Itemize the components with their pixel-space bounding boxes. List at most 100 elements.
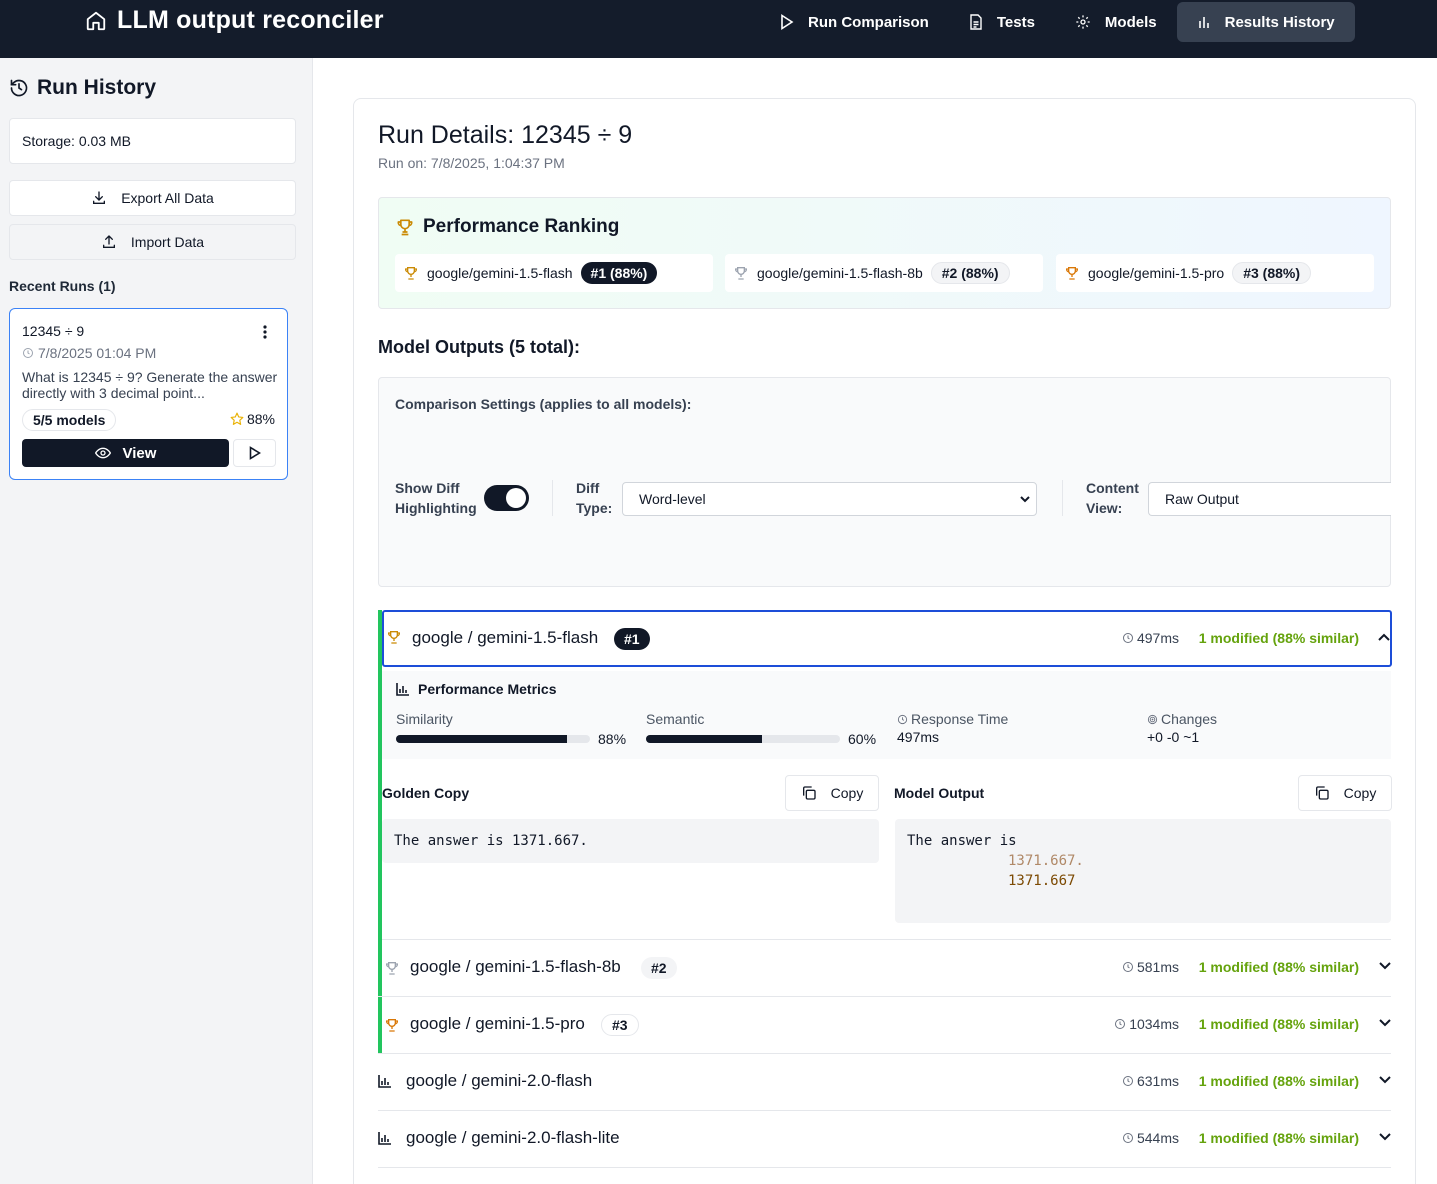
golden-copy-label: Golden Copy: [382, 785, 470, 801]
ranking-badge: #1 (88%): [580, 262, 658, 284]
diff-highlight-toggle[interactable]: [484, 485, 529, 511]
rerun-button[interactable]: [233, 439, 276, 467]
metric-similarity: Similarity 88%: [396, 711, 630, 747]
copy-golden-button[interactable]: Copy: [785, 775, 879, 811]
ranking-card-1: google/gemini-1.5-flash #1 (88%): [395, 254, 713, 292]
metric-label: Changes: [1147, 711, 1381, 727]
metric-label-text: Changes: [1161, 711, 1218, 727]
nav-run-comparison[interactable]: Run Comparison: [760, 2, 949, 42]
response-time-text: 497ms: [1136, 630, 1179, 646]
copy-label: Copy: [830, 785, 864, 801]
copy-icon: [802, 786, 816, 800]
chevron-down-icon[interactable]: [1379, 1133, 1391, 1141]
metric-value: 60%: [848, 731, 877, 747]
similarity-bar: [396, 735, 590, 743]
more-options-icon[interactable]: [263, 325, 267, 344]
copy-output-button[interactable]: Copy: [1298, 775, 1392, 811]
toggle-knob: [506, 488, 526, 508]
chevron-down-icon[interactable]: [1379, 962, 1391, 970]
settings-title: Comparison Settings (applies to all mode…: [395, 396, 692, 412]
ranking-badge: #3 (88%): [1232, 262, 1312, 284]
star-icon: [230, 412, 244, 425]
model-name: google / gemini-1.5-flash-8b: [410, 957, 621, 976]
import-label: Import Data: [130, 234, 205, 250]
nav-tests[interactable]: Tests: [949, 2, 1055, 42]
semantic-bar-fill: [646, 735, 763, 743]
bar-chart-icon: [378, 1132, 391, 1145]
app-title: LLM output reconciler: [117, 6, 384, 34]
run-score: 88%: [230, 411, 275, 427]
ranking-model: google/gemini-1.5-pro: [1088, 265, 1225, 281]
response-time: 631ms: [1122, 1073, 1179, 1089]
diff-added: 1371.667: [1008, 873, 1076, 889]
top-nav-bar: LLM output reconciler Run Comparison Tes…: [0, 0, 1437, 58]
metric-value: 497ms: [897, 729, 940, 745]
trophy-icon: [388, 631, 400, 644]
chevron-down-icon: [1020, 496, 1030, 503]
run-description: What is 12345 ÷ 9? Generate the answer d…: [22, 369, 278, 401]
model-row[interactable]: google / gemini-2.0-flash-lite 544ms 1 m…: [378, 1111, 1391, 1168]
diff-type-value: Word-level: [639, 491, 706, 507]
bar-chart-icon: [396, 683, 409, 696]
model-outputs-heading: Model Outputs (5 total):: [378, 337, 580, 357]
nav-label: Results History: [1224, 13, 1335, 31]
run-details-title: Run Details: 12345 ÷ 9: [378, 121, 633, 149]
model-rank-badge: #2: [641, 957, 677, 979]
view-label: View: [122, 444, 157, 462]
divider: [552, 480, 553, 516]
run-card[interactable]: 12345 ÷ 9 7/8/2025 01:04 PM What is 1234…: [9, 308, 288, 480]
model-rank-badge: #1: [614, 628, 650, 650]
model-row[interactable]: google / gemini-1.5-flash-8b #2 581ms 1 …: [378, 940, 1391, 997]
model-output-label: Model Output: [894, 785, 985, 801]
ranking-card-2: google/gemini-1.5-flash-8b #2 (88%): [725, 254, 1043, 292]
sidebar-title-text: Run History: [37, 76, 157, 99]
clock-icon: [1122, 962, 1133, 972]
model-name: google / gemini-1.5-flash: [412, 628, 599, 647]
chevron-down-icon[interactable]: [1379, 1019, 1391, 1027]
model-name: google / gemini-1.5-pro: [410, 1014, 585, 1033]
ranking-model: google/gemini-1.5-flash: [427, 265, 573, 281]
response-time-text: 581ms: [1136, 959, 1179, 975]
export-all-button[interactable]: Export All Data: [9, 180, 296, 216]
diff-type-label: Diff Type:: [576, 480, 613, 516]
response-time: 544ms: [1122, 1130, 1179, 1146]
model-row[interactable]: google / gemini-1.5-pro #3 1034ms 1 modi…: [378, 997, 1391, 1054]
metric-label-text: Response Time: [911, 711, 1009, 727]
document-icon: [970, 14, 982, 30]
model-rank-badge: #3: [601, 1014, 639, 1036]
nav-results-history[interactable]: Results History: [1176, 2, 1355, 42]
export-label: Export All Data: [121, 190, 214, 206]
view-button[interactable]: View: [22, 439, 229, 467]
ranking-model: google/gemini-1.5-flash-8b: [757, 265, 923, 281]
bar-chart-icon: [1198, 17, 1209, 28]
sidebar: Run History Storage: 0.03 MB Export All …: [0, 58, 313, 1184]
trophy-icon: [405, 267, 417, 280]
output-prefix: The answer is: [907, 833, 1017, 849]
storage-info: Storage: 0.03 MB: [9, 118, 296, 164]
import-data-button[interactable]: Import Data: [9, 224, 296, 260]
chevron-down-icon[interactable]: [1379, 1076, 1391, 1084]
nav-label: Tests: [996, 13, 1035, 31]
metrics-title: Performance Metrics: [396, 681, 557, 697]
main-nav: Run Comparison Tests Models Results Hist…: [760, 2, 1355, 42]
similarity-bar-fill: [396, 735, 567, 743]
metric-label: Similarity: [396, 711, 453, 727]
nav-label: Run Comparison: [808, 13, 929, 31]
similarity-summary: 1 modified (88% similar): [1198, 1073, 1359, 1089]
run-details-date: Run on: 7/8/2025, 1:04:37 PM: [378, 155, 565, 171]
chevron-up-icon[interactable]: [1378, 633, 1390, 641]
ranking-title-text: Performance Ranking: [423, 216, 620, 237]
upload-icon: [102, 235, 115, 248]
metric-label: Response Time: [897, 711, 1131, 727]
brand[interactable]: LLM output reconciler: [85, 6, 384, 35]
model-row-expanded[interactable]: google / gemini-1.5-flash #1 497ms 1 mod…: [382, 610, 1392, 667]
response-time: 581ms: [1122, 959, 1179, 975]
content-view-select[interactable]: Raw Output: [1148, 482, 1391, 516]
trophy-icon: [386, 962, 398, 975]
metrics-title-text: Performance Metrics: [418, 681, 557, 697]
diff-type-select[interactable]: Word-level: [622, 482, 1037, 516]
semantic-bar: [646, 735, 840, 743]
model-row[interactable]: google / gemini-2.0-flash 631ms 1 modifi…: [378, 1054, 1391, 1111]
performance-metrics: Performance Metrics Similarity 88% Seman…: [382, 671, 1391, 759]
nav-models[interactable]: Models: [1055, 2, 1177, 42]
